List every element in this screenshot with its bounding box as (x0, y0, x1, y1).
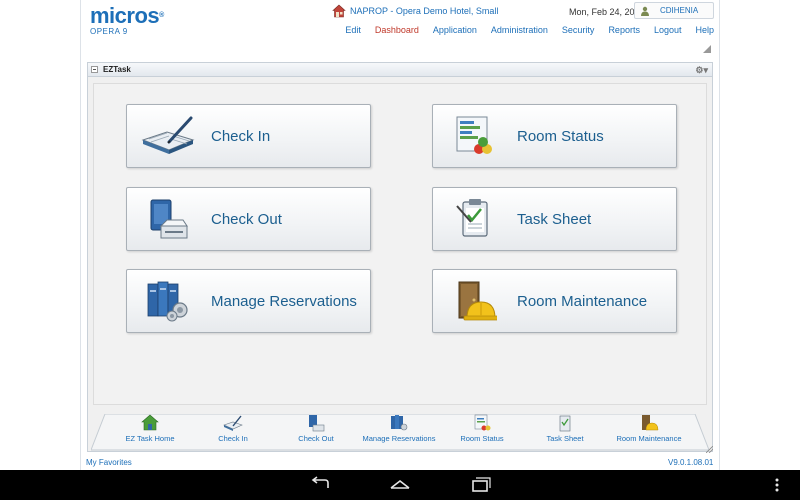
version-label: V9.0.1.08.01 (668, 458, 714, 467)
fav-check-in[interactable]: Check In (193, 414, 273, 443)
overflow-menu-icon[interactable] (772, 476, 782, 494)
fav-room-status[interactable]: Room Status (442, 414, 522, 443)
eztask-panel: EZTask ⚙▾ Check In Room Status Check Out… (87, 62, 713, 452)
fav-manage-reservations[interactable]: Manage Reservations (359, 414, 439, 443)
fav-label: Room Status (460, 434, 504, 443)
manage-reservations-icon (391, 415, 408, 431)
my-favorites-link[interactable]: My Favorites (86, 458, 132, 467)
task-sheet-button[interactable]: Task Sheet (432, 187, 677, 251)
main-menu: Edit Dashboard Application Administratio… (331, 25, 714, 35)
room-status-icon (474, 414, 491, 431)
check-in-icon (141, 116, 195, 154)
task-sheet-icon (456, 199, 488, 237)
fav-check-out[interactable]: Check Out (276, 414, 356, 443)
user-button[interactable]: CDIHENIA (634, 2, 714, 19)
android-nav-bar (0, 470, 800, 500)
brand-name: micros (90, 3, 160, 28)
collapse-icon[interactable] (91, 66, 98, 73)
fav-label: EZ Task Home (125, 434, 175, 443)
favorites-bar: EZ Task Home Check In Check Out Manage R… (91, 414, 709, 452)
manage-reservations-button[interactable]: Manage Reservations (126, 269, 371, 333)
check-out-button[interactable]: Check Out (126, 187, 371, 251)
home-icon[interactable] (388, 476, 412, 494)
fav-label: Check Out (298, 434, 334, 443)
hotel-name: NAPROP - Opera Demo Hotel, Small (350, 6, 499, 16)
hotel-selector[interactable]: NAPROP - Opera Demo Hotel, Small (332, 4, 498, 18)
product-name: OPERA 9 (90, 27, 128, 36)
resize-grip-icon[interactable] (703, 45, 711, 53)
user-name: CDIHENIA (660, 6, 699, 15)
room-status-label: Room Status (517, 127, 604, 145)
house-icon (332, 4, 346, 18)
room-maintenance-button[interactable]: Room Maintenance (432, 269, 677, 333)
manage-reservations-label: Manage Reservations (211, 292, 357, 310)
menu-dashboard[interactable]: Dashboard (375, 25, 419, 35)
back-icon[interactable] (308, 476, 332, 494)
menu-help[interactable]: Help (695, 25, 714, 35)
task-sheet-label: Task Sheet (517, 210, 592, 228)
panel-resize-icon[interactable] (706, 446, 713, 453)
fav-ez-task-home[interactable]: EZ Task Home (110, 414, 190, 443)
registered-mark: ® (159, 12, 164, 19)
task-grid: Check In Room Status Check Out Task Shee… (93, 83, 707, 405)
menu-administration[interactable]: Administration (491, 25, 548, 35)
room-status-icon (456, 116, 492, 154)
menu-security[interactable]: Security (562, 25, 595, 35)
menu-logout[interactable]: Logout (654, 25, 682, 35)
check-in-button[interactable]: Check In (126, 104, 371, 168)
room-maintenance-icon (642, 415, 659, 431)
panel-title: EZTask (103, 65, 131, 74)
menu-application[interactable]: Application (433, 25, 477, 35)
room-maintenance-icon (458, 281, 497, 321)
fav-label: Task Sheet (546, 434, 584, 443)
room-status-button[interactable]: Room Status (432, 104, 677, 168)
check-out-icon (309, 415, 325, 432)
check-out-icon (150, 199, 188, 239)
task-sheet-icon (559, 415, 571, 432)
panel-header: EZTask ⚙▾ (88, 63, 712, 77)
check-out-label: Check Out (211, 210, 282, 228)
manage-reservations-icon (147, 281, 188, 322)
check-in-label: Check In (211, 127, 271, 145)
micros-logo: micros® OPERA 9 (90, 3, 164, 37)
fav-label: Room Maintenance (616, 434, 682, 443)
ez-task-home-icon (141, 414, 159, 431)
fav-task-sheet[interactable]: Task Sheet (525, 414, 605, 443)
user-icon (641, 6, 649, 16)
gear-icon[interactable]: ⚙▾ (695, 65, 708, 76)
check-in-icon (223, 415, 243, 431)
menu-reports[interactable]: Reports (608, 25, 640, 35)
menu-edit[interactable]: Edit (345, 25, 361, 35)
fav-room-maintenance[interactable]: Room Maintenance (609, 414, 689, 443)
fav-label: Manage Reservations (362, 434, 436, 443)
recent-apps-icon[interactable] (468, 476, 492, 494)
room-maintenance-label: Room Maintenance (517, 292, 648, 310)
fav-label: Check In (218, 434, 248, 443)
